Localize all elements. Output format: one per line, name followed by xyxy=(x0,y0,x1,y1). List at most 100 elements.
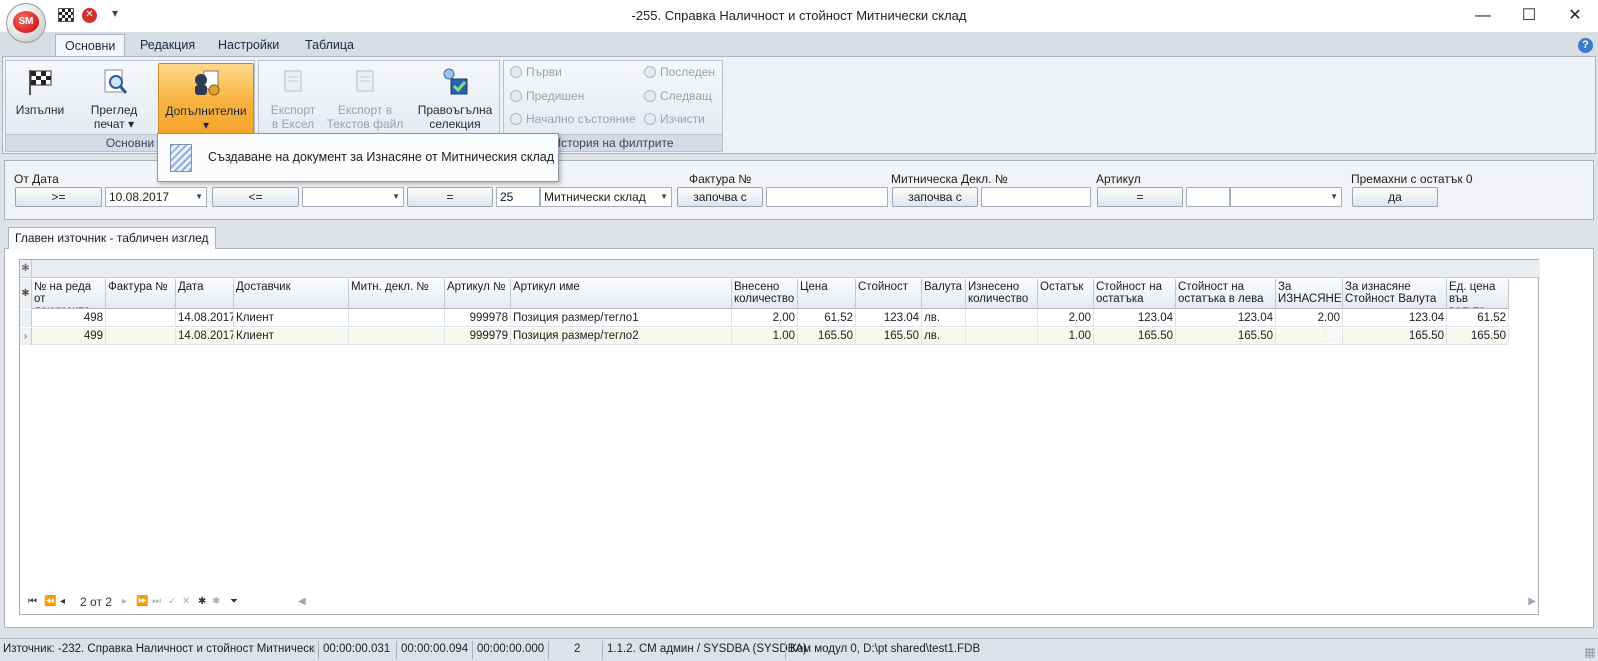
export-text-button[interactable]: Експорт в Текстов файл xyxy=(325,63,405,135)
extra-button[interactable]: Допълнителни ▾ xyxy=(158,63,254,136)
customs-operator[interactable]: започва с xyxy=(892,187,978,207)
history-initial-button[interactable]: Начално състояние xyxy=(510,112,636,126)
table-cell[interactable]: 2.00 xyxy=(1038,310,1094,327)
application-menu-button[interactable]: SM xyxy=(6,3,46,43)
table-cell[interactable] xyxy=(966,310,1038,327)
table-cell[interactable]: 123.04 xyxy=(856,310,922,327)
table-cell[interactable]: 123.04 xyxy=(1343,310,1447,327)
table-cell[interactable]: 2.00 xyxy=(1276,310,1343,327)
column-header[interactable]: Изнесено количество xyxy=(966,279,1038,309)
table-cell[interactable]: 165.50 xyxy=(798,328,856,345)
article-name-field[interactable]: ▼ xyxy=(1230,187,1342,207)
export-excel-button[interactable]: Експорт в Ексел xyxy=(263,63,323,135)
history-next-button[interactable]: Следващ xyxy=(644,89,712,103)
group-by-row[interactable]: ✱ xyxy=(20,260,1540,278)
close-window-button[interactable]: ✕ xyxy=(1552,2,1598,30)
scroll-left-icon[interactable]: ◀ xyxy=(298,596,306,607)
history-previous-button[interactable]: Предишен xyxy=(510,89,584,103)
table-cell[interactable] xyxy=(106,328,176,345)
table-cell[interactable]: Позиция размер/тегло1 xyxy=(511,310,732,327)
table-cell[interactable]: 165.50 xyxy=(856,328,922,345)
warehouse-operator[interactable]: = xyxy=(407,187,493,207)
cancel-icon[interactable]: ✕ xyxy=(182,596,190,607)
tab-main[interactable]: Основни xyxy=(55,34,126,57)
print-preview-button[interactable]: Преглед печат ▾ xyxy=(80,63,148,135)
append-record-icon[interactable]: ✱ xyxy=(212,596,220,607)
table-cell[interactable]: 61.52 xyxy=(798,310,856,327)
table-cell[interactable] xyxy=(106,310,176,327)
execute-button[interactable]: Изпълни xyxy=(10,63,70,135)
next-page-icon[interactable]: ⏩ xyxy=(136,596,148,607)
table-cell[interactable]: 165.50 xyxy=(1447,328,1509,345)
last-record-icon[interactable]: ⏭ xyxy=(152,596,161,607)
table-cell[interactable]: 1.00 xyxy=(732,328,798,345)
table-cell[interactable]: лв. xyxy=(922,328,966,345)
table-cell[interactable] xyxy=(349,310,445,327)
row-indicator-icon[interactable] xyxy=(20,310,32,327)
next-record-icon[interactable]: ▸ xyxy=(122,596,127,607)
table-cell[interactable]: 14.08.2017 xyxy=(176,310,234,327)
article-operator[interactable]: = xyxy=(1097,187,1183,207)
minimize-button[interactable]: — xyxy=(1460,2,1506,30)
menu-item-create-export-document[interactable]: Създаване на документ за Изнасяне от Мит… xyxy=(208,150,554,164)
tab-edit[interactable]: Редакция xyxy=(131,34,204,57)
history-last-button[interactable]: Последен xyxy=(644,65,715,79)
table-cell[interactable] xyxy=(349,328,445,345)
table-cell[interactable]: Клиент xyxy=(234,310,349,327)
table-cell[interactable]: 165.50 xyxy=(1176,328,1276,345)
history-clear-button[interactable]: Изчисти xyxy=(644,112,705,126)
resize-grip-icon[interactable] xyxy=(1585,648,1595,658)
table-cell[interactable]: 498 xyxy=(32,310,106,327)
column-header[interactable]: Валута xyxy=(922,279,966,309)
column-header[interactable]: Стойност на остатъка в лева xyxy=(1176,279,1276,309)
table-cell[interactable]: лв. xyxy=(922,310,966,327)
column-header[interactable]: Доставчик xyxy=(234,279,349,309)
confirm-icon[interactable]: ✓ xyxy=(168,596,176,607)
first-record-icon[interactable]: ⏮ xyxy=(28,596,37,607)
table-cell[interactable]: 123.04 xyxy=(1094,310,1176,327)
warehouse-code-input[interactable] xyxy=(496,187,540,207)
column-header[interactable]: Стойност xyxy=(856,279,922,309)
table-cell[interactable]: 123.04 xyxy=(1176,310,1276,327)
table-cell[interactable]: 2.00 xyxy=(732,310,798,327)
column-header[interactable]: Внесено количество xyxy=(732,279,798,309)
to-date-field[interactable]: ▼ xyxy=(302,187,404,207)
tab-table[interactable]: Таблица xyxy=(296,34,363,57)
table-cell[interactable]: 165.50 xyxy=(1343,328,1447,345)
to-date-operator[interactable]: <= xyxy=(212,187,299,207)
rect-selection-button[interactable]: Правоъгълна селекция xyxy=(413,63,497,135)
help-icon[interactable]: ? xyxy=(1578,38,1593,53)
tab-settings[interactable]: Настройки xyxy=(209,34,288,57)
previous-page-icon[interactable]: ⏪ xyxy=(44,596,56,607)
invoice-operator[interactable]: започва с xyxy=(677,187,763,207)
column-header[interactable]: За ИЗНАСЯНЕ xyxy=(1276,279,1343,309)
maximize-button[interactable]: ☐ xyxy=(1506,2,1552,30)
table-cell[interactable]: 14.08.2017 xyxy=(176,328,234,345)
column-header[interactable]: Стойност на остатъка xyxy=(1094,279,1176,309)
tab-main-source-table[interactable]: Главен източник - табличен изглед xyxy=(8,227,216,249)
table-cell[interactable]: 999978 xyxy=(445,310,511,327)
column-header[interactable]: Артикул име xyxy=(511,279,732,309)
history-first-button[interactable]: Първи xyxy=(510,65,562,79)
column-header[interactable]: Фактура № xyxy=(106,279,176,309)
table-cell[interactable]: 61.52 xyxy=(1447,310,1509,327)
table-cell[interactable]: 999979 xyxy=(445,328,511,345)
from-date-field[interactable]: 10.08.2017 ▼ xyxy=(105,187,207,207)
row-indicator-icon[interactable]: › xyxy=(20,328,32,345)
insert-record-icon[interactable]: ✱ xyxy=(198,596,206,607)
column-header[interactable]: Цена xyxy=(798,279,856,309)
filter-icon[interactable]: ⏷ xyxy=(230,596,238,607)
table-cell[interactable]: 499 xyxy=(32,328,106,345)
column-header[interactable]: Ед. цена във валута xyxy=(1447,279,1509,309)
column-header[interactable]: № на реда от документа xyxy=(32,279,106,309)
column-header[interactable]: Артикул № xyxy=(445,279,511,309)
column-header[interactable]: Митн. декл. № xyxy=(349,279,445,309)
column-header[interactable]: Дата xyxy=(176,279,234,309)
previous-record-icon[interactable]: ◂ xyxy=(60,596,65,607)
warehouse-name-field[interactable]: Митнически склад ▼ xyxy=(540,187,672,207)
from-date-operator[interactable]: >= xyxy=(15,187,102,207)
customs-input[interactable] xyxy=(981,187,1091,207)
table-cell[interactable]: Позиция размер/тегло2 xyxy=(511,328,732,345)
table-cell[interactable]: 165.50 xyxy=(1094,328,1176,345)
column-header[interactable]: Остатък xyxy=(1038,279,1094,309)
